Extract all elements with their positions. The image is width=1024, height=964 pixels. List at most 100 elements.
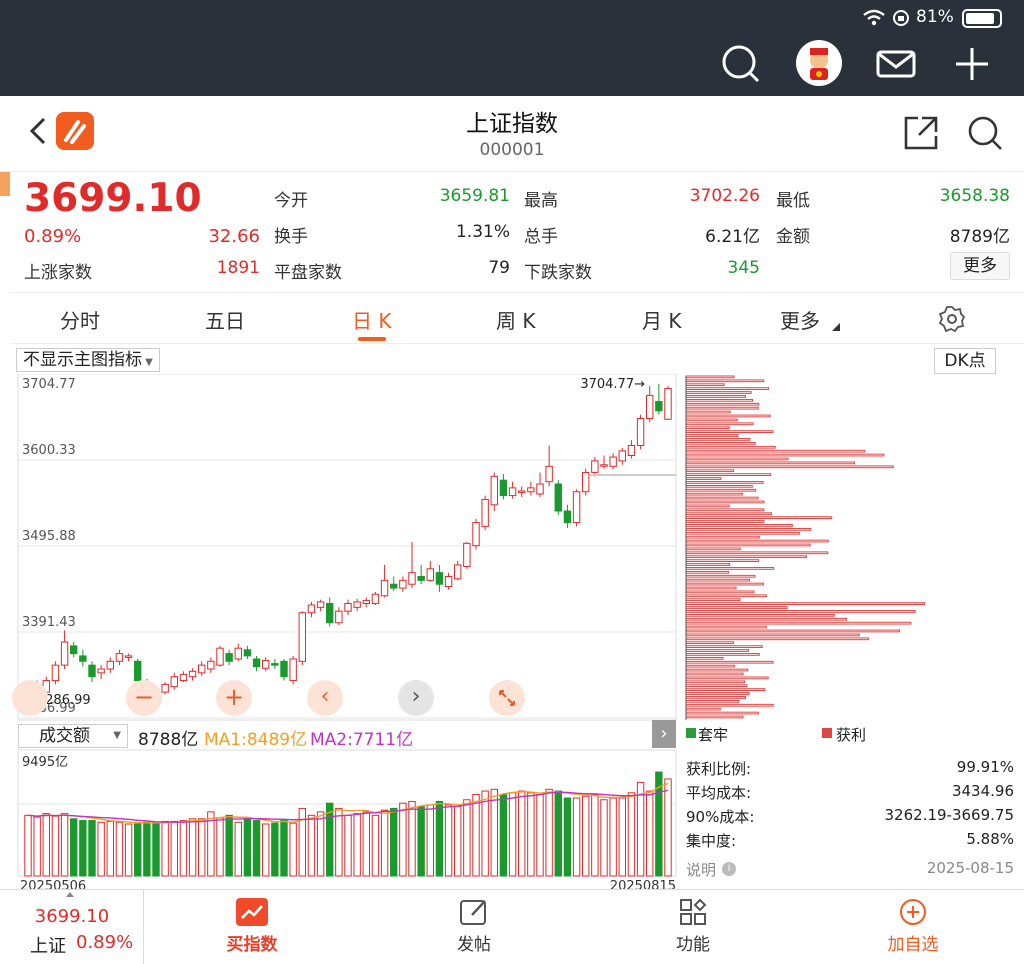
chip-bar [685, 418, 738, 422]
volume-bar [188, 818, 197, 877]
volume-bar [124, 823, 133, 877]
chip-bar [685, 582, 765, 586]
chip-bar [685, 684, 748, 688]
chart-trend-icon [236, 898, 268, 926]
expand-panel-button[interactable]: › [652, 720, 676, 748]
volume-bar [454, 806, 462, 877]
tab-more[interactable]: 更多 [780, 305, 820, 334]
candle-body [216, 647, 224, 666]
buy-index-label: 买指数 [226, 935, 278, 955]
candle-body [426, 568, 434, 581]
share-icon[interactable] [902, 114, 940, 152]
chip-bar [685, 473, 772, 476]
volume-bar [499, 794, 508, 877]
tab-weekly-k[interactable]: 周 K [496, 305, 535, 334]
chip-bar [685, 547, 741, 551]
volume-bar [307, 814, 316, 877]
up-count: 1891 [216, 258, 260, 278]
open-label: 今开 [274, 191, 308, 211]
fullscreen-icon[interactable] [489, 680, 525, 716]
candle-body [554, 483, 562, 512]
add-watchlist-button[interactable]: 加自选 [853, 898, 973, 955]
chip-bar [685, 649, 749, 652]
legend-profit-swatch [822, 728, 832, 738]
chip-bar [685, 715, 744, 719]
chip-bar [685, 590, 755, 594]
function-label: 功能 [676, 935, 710, 955]
chip-bar [685, 438, 751, 441]
candle-body [316, 601, 325, 608]
candle-body [252, 658, 261, 668]
search-icon[interactable] [718, 42, 762, 86]
chip-bar [685, 441, 756, 445]
volume-bar [508, 792, 517, 877]
volume-bar [627, 792, 636, 877]
scroll-right-button[interactable]: › [398, 680, 434, 716]
note-label[interactable]: 说明 [686, 859, 716, 880]
volume-bar [646, 790, 654, 877]
volume-indicator-select[interactable]: 成交额 ▼ [18, 724, 128, 748]
add-icon[interactable] [950, 42, 994, 86]
chip-bar [685, 711, 760, 715]
candle-body [97, 668, 105, 674]
chip-bar [685, 516, 833, 519]
zoom-out-button[interactable]: − [126, 680, 162, 716]
tab-monthly-k[interactable]: 月 K [642, 305, 681, 334]
volume-label: 总手 [524, 227, 558, 247]
mail-icon[interactable] [874, 42, 918, 86]
function-button[interactable]: 功能 [633, 898, 753, 955]
back-icon[interactable] [26, 116, 52, 146]
main-indicator-select[interactable]: 不显示主图指标 ▼ [16, 348, 160, 372]
settings-icon[interactable] [938, 305, 966, 333]
chip-bar [685, 606, 788, 609]
dk-point-button[interactable]: DK点 [934, 348, 996, 374]
candle-body [234, 647, 242, 660]
tab-five-day[interactable]: 五日 [205, 305, 245, 334]
volume-bar [280, 820, 288, 877]
more-button[interactable]: 更多 [950, 252, 1010, 280]
chip-value-concentration: 5.88% [966, 830, 1014, 848]
candle-body [527, 487, 535, 493]
candle-body [161, 683, 169, 693]
chip-bar [685, 387, 770, 390]
candle-body [472, 522, 480, 547]
chevron-down-icon: ▼ [113, 730, 121, 741]
chip-bar [685, 610, 916, 613]
chip-bar [685, 598, 741, 602]
avatar[interactable] [796, 40, 842, 86]
chip-bar [685, 375, 735, 379]
buy-index-button[interactable]: 买指数 [192, 898, 312, 955]
candle-body [88, 664, 96, 678]
info-icon[interactable]: i [722, 862, 736, 876]
chip-bar [685, 692, 750, 695]
chip-bar [685, 602, 926, 605]
zoom-in-button[interactable]: + [216, 680, 252, 716]
chip-bar [685, 641, 734, 645]
chip-bar [685, 379, 765, 383]
volume-bar [371, 814, 380, 877]
candle-body [307, 604, 316, 614]
candle-body [609, 456, 617, 467]
chip-bar [685, 524, 793, 527]
volume-bar [216, 817, 224, 877]
volume-bar [435, 800, 444, 877]
candle-body [518, 490, 526, 493]
candle-body [134, 660, 142, 682]
tab-daily-k[interactable]: 日 K [352, 305, 391, 334]
search-icon[interactable] [966, 114, 1004, 152]
chip-bar [685, 633, 860, 637]
volume-bar [591, 794, 599, 877]
chip-bar [685, 500, 765, 504]
pan-left-icon[interactable] [12, 680, 48, 716]
candle-body [262, 660, 270, 669]
volume-bar [143, 821, 151, 877]
volume-bar [97, 821, 105, 877]
turnover-label: 换手 [274, 227, 308, 247]
scroll-left-button[interactable]: ‹ [307, 680, 343, 716]
volume-bar [490, 788, 498, 877]
chip-bar [685, 707, 721, 711]
mini-quote[interactable]: 3699.10 上证 0.89% [0, 890, 144, 964]
post-button[interactable]: 发帖 [414, 898, 534, 955]
chip-bar [685, 453, 885, 457]
tab-intraday[interactable]: 分时 [60, 305, 100, 334]
